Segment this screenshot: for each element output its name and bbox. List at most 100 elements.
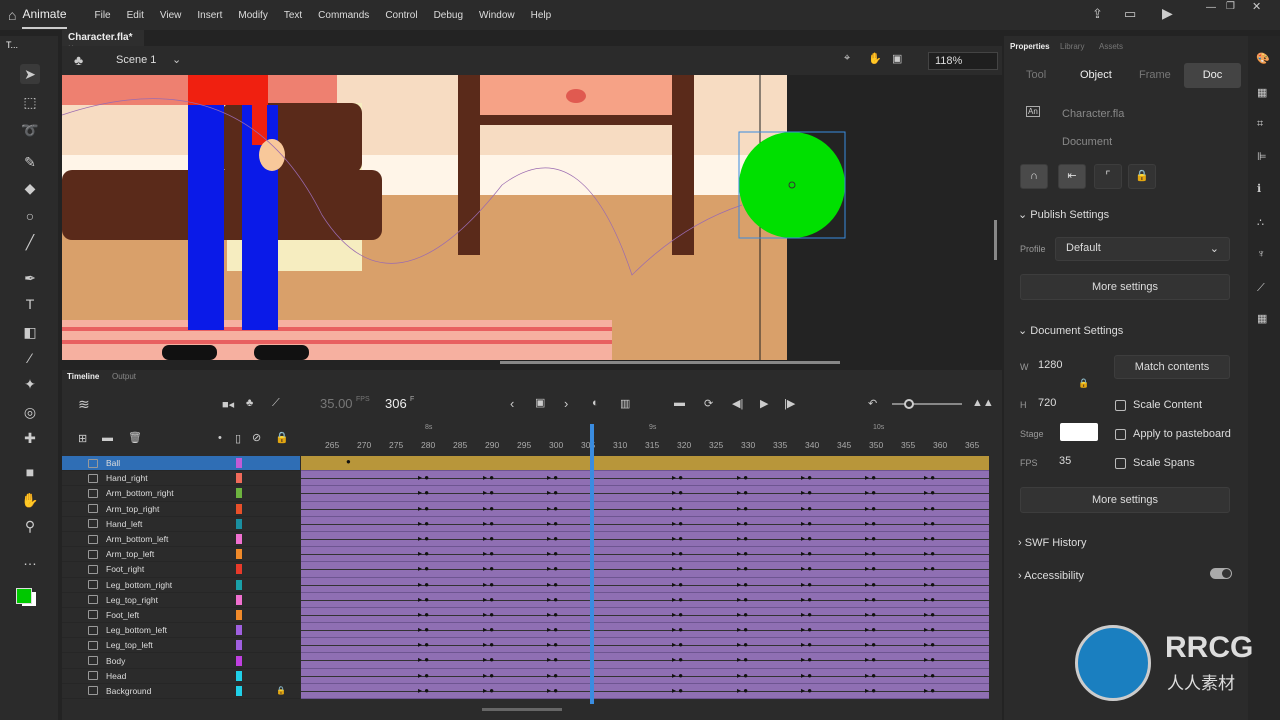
selection-tool-icon[interactable]: ➤ [20, 64, 40, 84]
color-panel-icon[interactable]: 🎨 [1256, 52, 1270, 65]
keyframe[interactable]: ▸ ● [483, 564, 494, 573]
keyframe[interactable]: ▸ ● [483, 686, 494, 695]
oval-tool-icon[interactable]: ○ [20, 206, 40, 226]
frame-row[interactable]: ▸ ● ▸ ● ▸ ● ▸ ● ▸ ● ▸ ● ▸ ● ▸ ● [301, 638, 989, 654]
keyframe[interactable]: ▸ ● [801, 504, 812, 513]
keyframe[interactable]: ▸ ● [418, 549, 429, 558]
frame-row[interactable]: ● [301, 456, 989, 472]
keyframe[interactable]: ▸ ● [865, 564, 876, 573]
keyframe[interactable]: ▸ ● [924, 504, 935, 513]
keyframe[interactable]: ▸ ● [924, 686, 935, 695]
visibility-icon[interactable]: ⊘ [252, 431, 261, 444]
accessibility-toggle[interactable] [1210, 568, 1232, 579]
scale-spans-checkbox[interactable] [1115, 458, 1126, 469]
keyframe[interactable]: ▸ ● [801, 595, 812, 604]
keyframe[interactable]: ▸ ● [547, 549, 558, 558]
keyframe[interactable]: ▸ ● [418, 595, 429, 604]
align-icon[interactable]: ⊫ [1257, 150, 1267, 163]
keyframe[interactable]: ▸ ● [865, 610, 876, 619]
keyframe[interactable]: ▸ ● [547, 640, 558, 649]
menu-modify[interactable]: Modify [238, 10, 267, 21]
layer-lock-icon[interactable]: 🔒 [276, 686, 286, 695]
keyframe[interactable]: ▸ ● [418, 488, 429, 497]
keyframe[interactable]: ▸ ● [483, 625, 494, 634]
layer-color[interactable] [236, 458, 242, 469]
keyframe[interactable]: ▸ ● [737, 519, 748, 528]
keyframe[interactable]: ▸ ● [865, 686, 876, 695]
frame-row[interactable]: ▸ ● ▸ ● ▸ ● ▸ ● ▸ ● ▸ ● ▸ ● ▸ ● [301, 532, 989, 548]
layer-row[interactable]: Arm_top_right [62, 502, 300, 517]
workspace-icon[interactable]: ▭ [1124, 6, 1136, 22]
keyframe[interactable]: ▸ ● [737, 610, 748, 619]
frame-row[interactable]: ▸ ● ▸ ● ▸ ● ▸ ● ▸ ● ▸ ● ▸ ● ▸ ● [301, 471, 989, 487]
eyedropper-icon[interactable]: ⁄ [20, 348, 40, 368]
layer-color[interactable] [236, 534, 242, 545]
keyframe[interactable]: ▸ ● [737, 504, 748, 513]
center-stage-icon[interactable]: ⌖ [844, 52, 850, 65]
restore-icon[interactable]: ❐ [1226, 1, 1235, 12]
keyframe[interactable]: ▸ ● [547, 519, 558, 528]
stage[interactable] [62, 75, 1002, 370]
layer-row[interactable]: Arm_bottom_left [62, 532, 300, 548]
keyframe[interactable]: ▸ ● [547, 534, 558, 543]
width-field[interactable]: 1280 [1038, 359, 1062, 371]
keyframe[interactable]: ▸ ● [865, 580, 876, 589]
keyframe[interactable]: ▸ ● [672, 640, 683, 649]
edit-multiple-icon[interactable]: ▥ [620, 397, 630, 410]
menu-control[interactable]: Control [385, 10, 417, 21]
keyframe[interactable]: ▸ ● [547, 564, 558, 573]
keyframe[interactable]: ▸ ● [483, 595, 494, 604]
layer-row[interactable]: Leg_bottom_right [62, 578, 300, 593]
scale-content-checkbox[interactable] [1115, 400, 1126, 411]
layer-row[interactable]: Arm_top_left [62, 547, 300, 563]
tab-output[interactable]: Output [112, 372, 136, 381]
keyframe[interactable]: ▸ ● [865, 671, 876, 680]
fps-field[interactable]: 35 [1059, 455, 1071, 467]
frame-row[interactable]: ▸ ● ▸ ● ▸ ● ▸ ● ▸ ● ▸ ● ▸ ● ▸ ● [301, 623, 989, 639]
more-tools-icon[interactable]: … [20, 550, 40, 570]
keyframe[interactable]: ▸ ● [865, 473, 876, 482]
keyframe[interactable]: ▸ ● [801, 519, 812, 528]
frame-row[interactable]: ▸ ● ▸ ● ▸ ● ▸ ● ▸ ● ▸ ● ▸ ● ▸ ● [301, 608, 989, 624]
menu-file[interactable]: File [95, 10, 111, 21]
lock-guides-icon[interactable]: 🔒 [1128, 164, 1156, 189]
chevron-down-icon[interactable]: ⌄ [172, 53, 181, 66]
keyframe[interactable]: ▸ ● [865, 595, 876, 604]
layer-row[interactable]: Ball [62, 456, 300, 472]
new-layer-icon[interactable]: ⊞ [78, 432, 87, 445]
camera-icon[interactable]: ■◂ [222, 398, 234, 411]
menu-text[interactable]: Text [284, 10, 302, 21]
keyframe[interactable]: ▸ ● [672, 655, 683, 664]
doc-more-settings-button[interactable]: More settings [1020, 487, 1230, 513]
keyframe[interactable]: ▸ ● [924, 580, 935, 589]
keyframe[interactable]: ▸ ● [672, 519, 683, 528]
keyframe[interactable]: ▸ ● [672, 671, 683, 680]
document-settings-header[interactable]: ⌄ Document Settings [1018, 324, 1123, 337]
frame-row[interactable]: ▸ ● ▸ ● ▸ ● ▸ ● ▸ ● ▸ ● ▸ ● ▸ ● [301, 653, 989, 669]
keyframe[interactable]: ▸ ● [672, 564, 683, 573]
prev-keyframe-icon[interactable]: ‹ [510, 396, 514, 411]
apply-pasteboard-checkbox[interactable] [1115, 429, 1126, 440]
keyframe[interactable]: ▸ ● [547, 473, 558, 482]
keyframe[interactable]: ▸ ● [547, 488, 558, 497]
keyframe[interactable]: ▸ ● [672, 473, 683, 482]
subtab-frame[interactable]: Frame [1139, 69, 1171, 81]
keyframe[interactable]: ▸ ● [547, 504, 558, 513]
timeline-scrollbar[interactable] [482, 708, 562, 711]
keyframe[interactable]: ▸ ● [801, 473, 812, 482]
keyframe[interactable]: ▸ ● [737, 580, 748, 589]
layer-row[interactable]: Background 🔒 [62, 684, 300, 699]
keyframe[interactable]: ▸ ● [418, 640, 429, 649]
keyframe[interactable]: ▸ ● [865, 519, 876, 528]
keyframe[interactable]: ▸ ● [801, 625, 812, 634]
layer-color[interactable] [236, 503, 242, 514]
playhead[interactable] [590, 424, 594, 704]
keyframe[interactable]: ▸ ● [737, 686, 748, 695]
keyframe[interactable]: ▸ ● [547, 655, 558, 664]
keyframe[interactable]: ▸ ● [924, 564, 935, 573]
layer-row[interactable]: Head [62, 669, 300, 684]
subtab-doc[interactable]: Doc [1184, 63, 1241, 88]
layer-row[interactable]: Foot_right [62, 562, 300, 578]
tab-library[interactable]: Library [1060, 42, 1084, 51]
layer-row[interactable]: Foot_left [62, 608, 300, 624]
